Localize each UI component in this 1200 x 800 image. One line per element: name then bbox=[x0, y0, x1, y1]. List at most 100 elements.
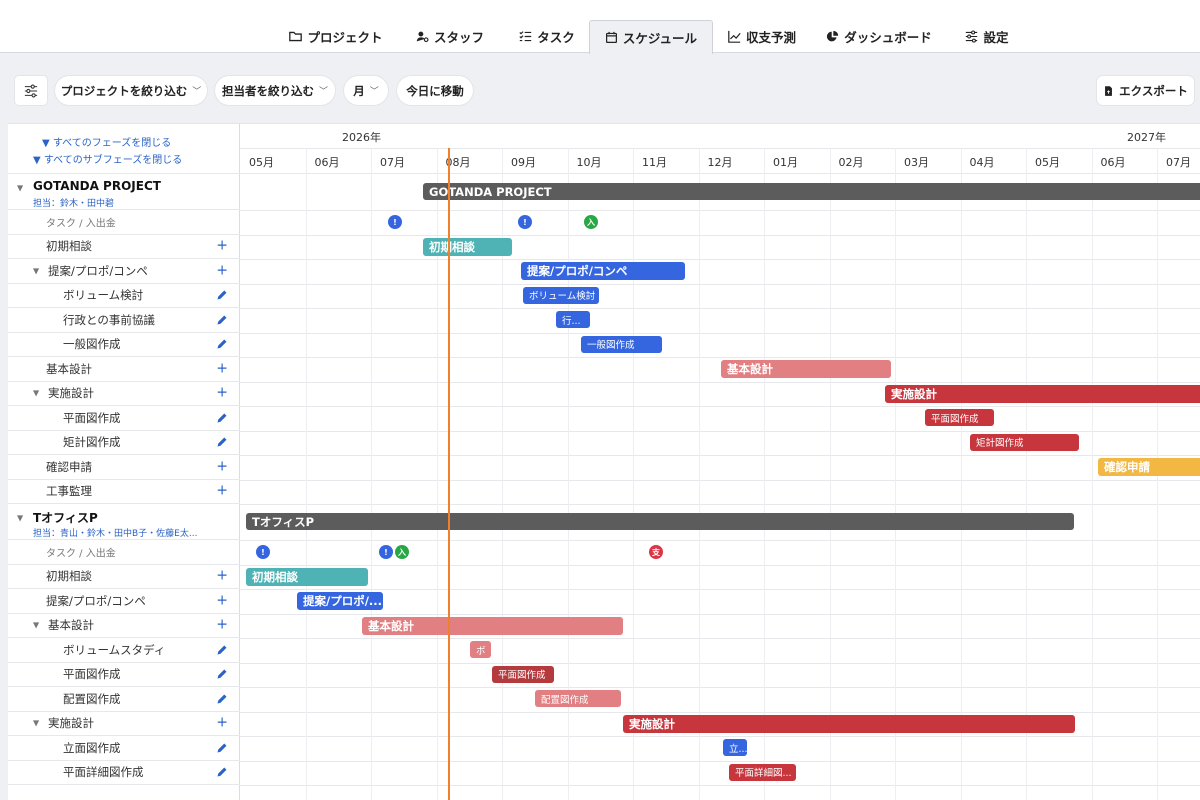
subphase-bar[interactable]: 矩計図作成 bbox=[970, 433, 1079, 451]
month-label: 05月 bbox=[249, 156, 274, 169]
add-subphase-icon[interactable]: + bbox=[216, 360, 228, 376]
pencil-icon[interactable] bbox=[216, 668, 228, 680]
phase-bar[interactable]: 基本設計 bbox=[721, 360, 891, 378]
caret-down-icon[interactable]: ▼ bbox=[33, 621, 39, 630]
pencil-icon[interactable] bbox=[216, 766, 228, 778]
phase-bar[interactable]: 実施設計 bbox=[885, 384, 1200, 403]
row-label: 平面図作成 bbox=[63, 667, 121, 682]
gantt-board: ▼ すべてのフェーズを閉じる ▼ すべてのサブフェーズを閉じる ▼ GOTANDA… bbox=[8, 123, 1200, 800]
phase-row[interactable]: 提案/プロポ/コンペ + bbox=[8, 589, 240, 614]
add-subphase-icon[interactable]: + bbox=[216, 617, 228, 633]
phase-row[interactable]: 工事監理 + bbox=[8, 480, 240, 504]
add-subphase-icon[interactable]: + bbox=[216, 592, 228, 608]
add-subphase-icon[interactable]: + bbox=[216, 385, 228, 401]
subphase-row[interactable]: 立面図作成 bbox=[8, 736, 240, 761]
subphase-row[interactable]: 配置図作成 bbox=[8, 687, 240, 712]
task-payment-row: タスク / 入出金 bbox=[8, 210, 240, 235]
project-header-row[interactable]: ▼ TオフィスP 担当：青山・鈴木・田中B子・佐藤E太... bbox=[8, 504, 240, 540]
add-subphase-icon[interactable]: + bbox=[216, 483, 228, 499]
collapse-all-phases-link[interactable]: ▼ すべてのフェーズを閉じる bbox=[42, 134, 171, 149]
phase-bar[interactable]: 初期相談 bbox=[246, 567, 368, 586]
phase-row[interactable]: ▼ 基本設計 + bbox=[8, 614, 240, 638]
tab-forecast[interactable]: 収支予測 bbox=[722, 20, 802, 53]
tab-dashboard[interactable]: ダッシュボード bbox=[820, 20, 938, 53]
caret-down-icon[interactable]: ▼ bbox=[17, 514, 23, 523]
schedule-marker[interactable]: ! bbox=[379, 545, 393, 559]
phase-row[interactable]: 確認申請 + bbox=[8, 455, 240, 480]
goto-today-button[interactable]: 今日に移動 bbox=[397, 76, 473, 105]
phase-row[interactable]: 基本設計 + bbox=[8, 357, 240, 382]
month-label: 05月 bbox=[1035, 156, 1060, 169]
project-bar[interactable]: GOTANDA PROJECT bbox=[423, 183, 1200, 200]
subphase-bar[interactable]: 平面詳細図... bbox=[729, 763, 796, 781]
subphase-bar[interactable]: 行... bbox=[556, 311, 590, 328]
project-header-row[interactable]: ▼ GOTANDA PROJECT 担当：鈴木・田中碧 bbox=[8, 174, 240, 210]
month-label: 06月 bbox=[314, 156, 340, 169]
subphase-row[interactable]: 一般図作成 bbox=[8, 333, 240, 357]
subphase-bar[interactable]: 平面図作成 bbox=[492, 665, 554, 683]
tab-staff[interactable]: スタッフ bbox=[406, 20, 494, 53]
phase-row[interactable]: ▼ 実施設計 + bbox=[8, 712, 240, 736]
phase-bar[interactable]: 初期相談 bbox=[423, 237, 512, 256]
subphase-row[interactable]: 平面図作成 bbox=[8, 406, 240, 431]
subphase-row[interactable]: 行政との事前協議 bbox=[8, 308, 240, 333]
pencil-icon[interactable] bbox=[216, 644, 228, 656]
row-label: 初期相談 bbox=[46, 239, 92, 254]
tab-label: プロジェクト bbox=[307, 30, 383, 45]
phase-bar[interactable]: 基本設計 bbox=[362, 616, 623, 635]
subphase-bar[interactable]: 平面図作成 bbox=[925, 409, 994, 426]
filter-staff-dropdown[interactable]: 担当者を絞り込む ﹀ bbox=[215, 76, 335, 105]
schedule-marker[interactable]: ! bbox=[518, 215, 532, 229]
caret-down-icon[interactable]: ▼ bbox=[33, 389, 39, 398]
phase-bar[interactable]: 提案/プロポ/コンペ bbox=[521, 262, 685, 280]
schedule-marker[interactable]: ! bbox=[256, 545, 270, 559]
month-label: 10月 bbox=[576, 156, 602, 169]
tab-settings[interactable]: 設定 bbox=[956, 20, 1018, 53]
phase-row[interactable]: 初期相談 + bbox=[8, 235, 240, 259]
add-subphase-icon[interactable]: + bbox=[216, 715, 228, 731]
export-button[interactable]: エクスポート bbox=[1097, 76, 1194, 105]
phase-bar[interactable]: 提案/プロポ/... bbox=[297, 592, 383, 610]
project-bar[interactable]: TオフィスP bbox=[246, 513, 1074, 530]
subphase-row[interactable]: 平面詳細図作成 bbox=[8, 761, 240, 785]
pencil-icon[interactable] bbox=[216, 436, 228, 448]
filter-project-dropdown[interactable]: プロジェクトを絞り込む ﹀ bbox=[55, 76, 207, 105]
period-dropdown[interactable]: 月 ﹀ bbox=[344, 76, 388, 105]
phase-row[interactable]: 初期相談 + bbox=[8, 565, 240, 589]
add-subphase-icon[interactable]: + bbox=[216, 262, 228, 278]
subphase-bar[interactable]: ボ bbox=[470, 641, 491, 658]
pencil-icon[interactable] bbox=[216, 338, 228, 350]
phase-bar[interactable]: 実施設計 bbox=[623, 714, 1075, 733]
add-subphase-icon[interactable]: + bbox=[216, 458, 228, 474]
pencil-icon[interactable] bbox=[216, 742, 228, 754]
schedule-marker[interactable]: ! bbox=[388, 215, 402, 229]
subphase-row[interactable]: ボリュームスタディ bbox=[8, 638, 240, 663]
schedule-marker[interactable]: 入 bbox=[395, 545, 409, 559]
subphase-bar[interactable]: 配置図作成 bbox=[535, 690, 621, 707]
tab-projects[interactable]: プロジェクト bbox=[282, 20, 390, 53]
phase-row[interactable]: ▼ 提案/プロポ/コンペ + bbox=[8, 259, 240, 284]
subphase-bar[interactable]: ボリューム検討 bbox=[523, 286, 599, 304]
phase-row[interactable]: ▼ 実施設計 + bbox=[8, 382, 240, 406]
tab-tasks[interactable]: タスク bbox=[510, 20, 584, 53]
add-subphase-icon[interactable]: + bbox=[216, 238, 228, 254]
subphase-bar[interactable]: 立... bbox=[723, 739, 747, 756]
pencil-icon[interactable] bbox=[216, 289, 228, 301]
subphase-row[interactable]: 平面図作成 bbox=[8, 663, 240, 687]
caret-down-icon[interactable]: ▼ bbox=[17, 184, 23, 193]
schedule-marker[interactable]: 支 bbox=[649, 545, 663, 559]
subphase-row[interactable]: ボリューム検討 bbox=[8, 284, 240, 308]
pencil-icon[interactable] bbox=[216, 693, 228, 705]
collapse-all-subphases-link[interactable]: ▼ すべてのサブフェーズを閉じる bbox=[33, 151, 182, 166]
add-subphase-icon[interactable]: + bbox=[216, 568, 228, 584]
caret-down-icon[interactable]: ▼ bbox=[33, 719, 39, 728]
phase-bar[interactable]: 確認申請 bbox=[1098, 458, 1200, 476]
tab-schedule[interactable]: スケジュール bbox=[589, 20, 713, 54]
filter-settings-button[interactable] bbox=[15, 76, 47, 105]
pencil-icon[interactable] bbox=[216, 412, 228, 424]
schedule-marker[interactable]: 入 bbox=[584, 215, 598, 229]
subphase-bar[interactable]: 一般図作成 bbox=[581, 335, 662, 353]
pencil-icon[interactable] bbox=[216, 314, 228, 326]
caret-down-icon[interactable]: ▼ bbox=[33, 266, 39, 275]
subphase-row[interactable]: 矩計図作成 bbox=[8, 431, 240, 455]
